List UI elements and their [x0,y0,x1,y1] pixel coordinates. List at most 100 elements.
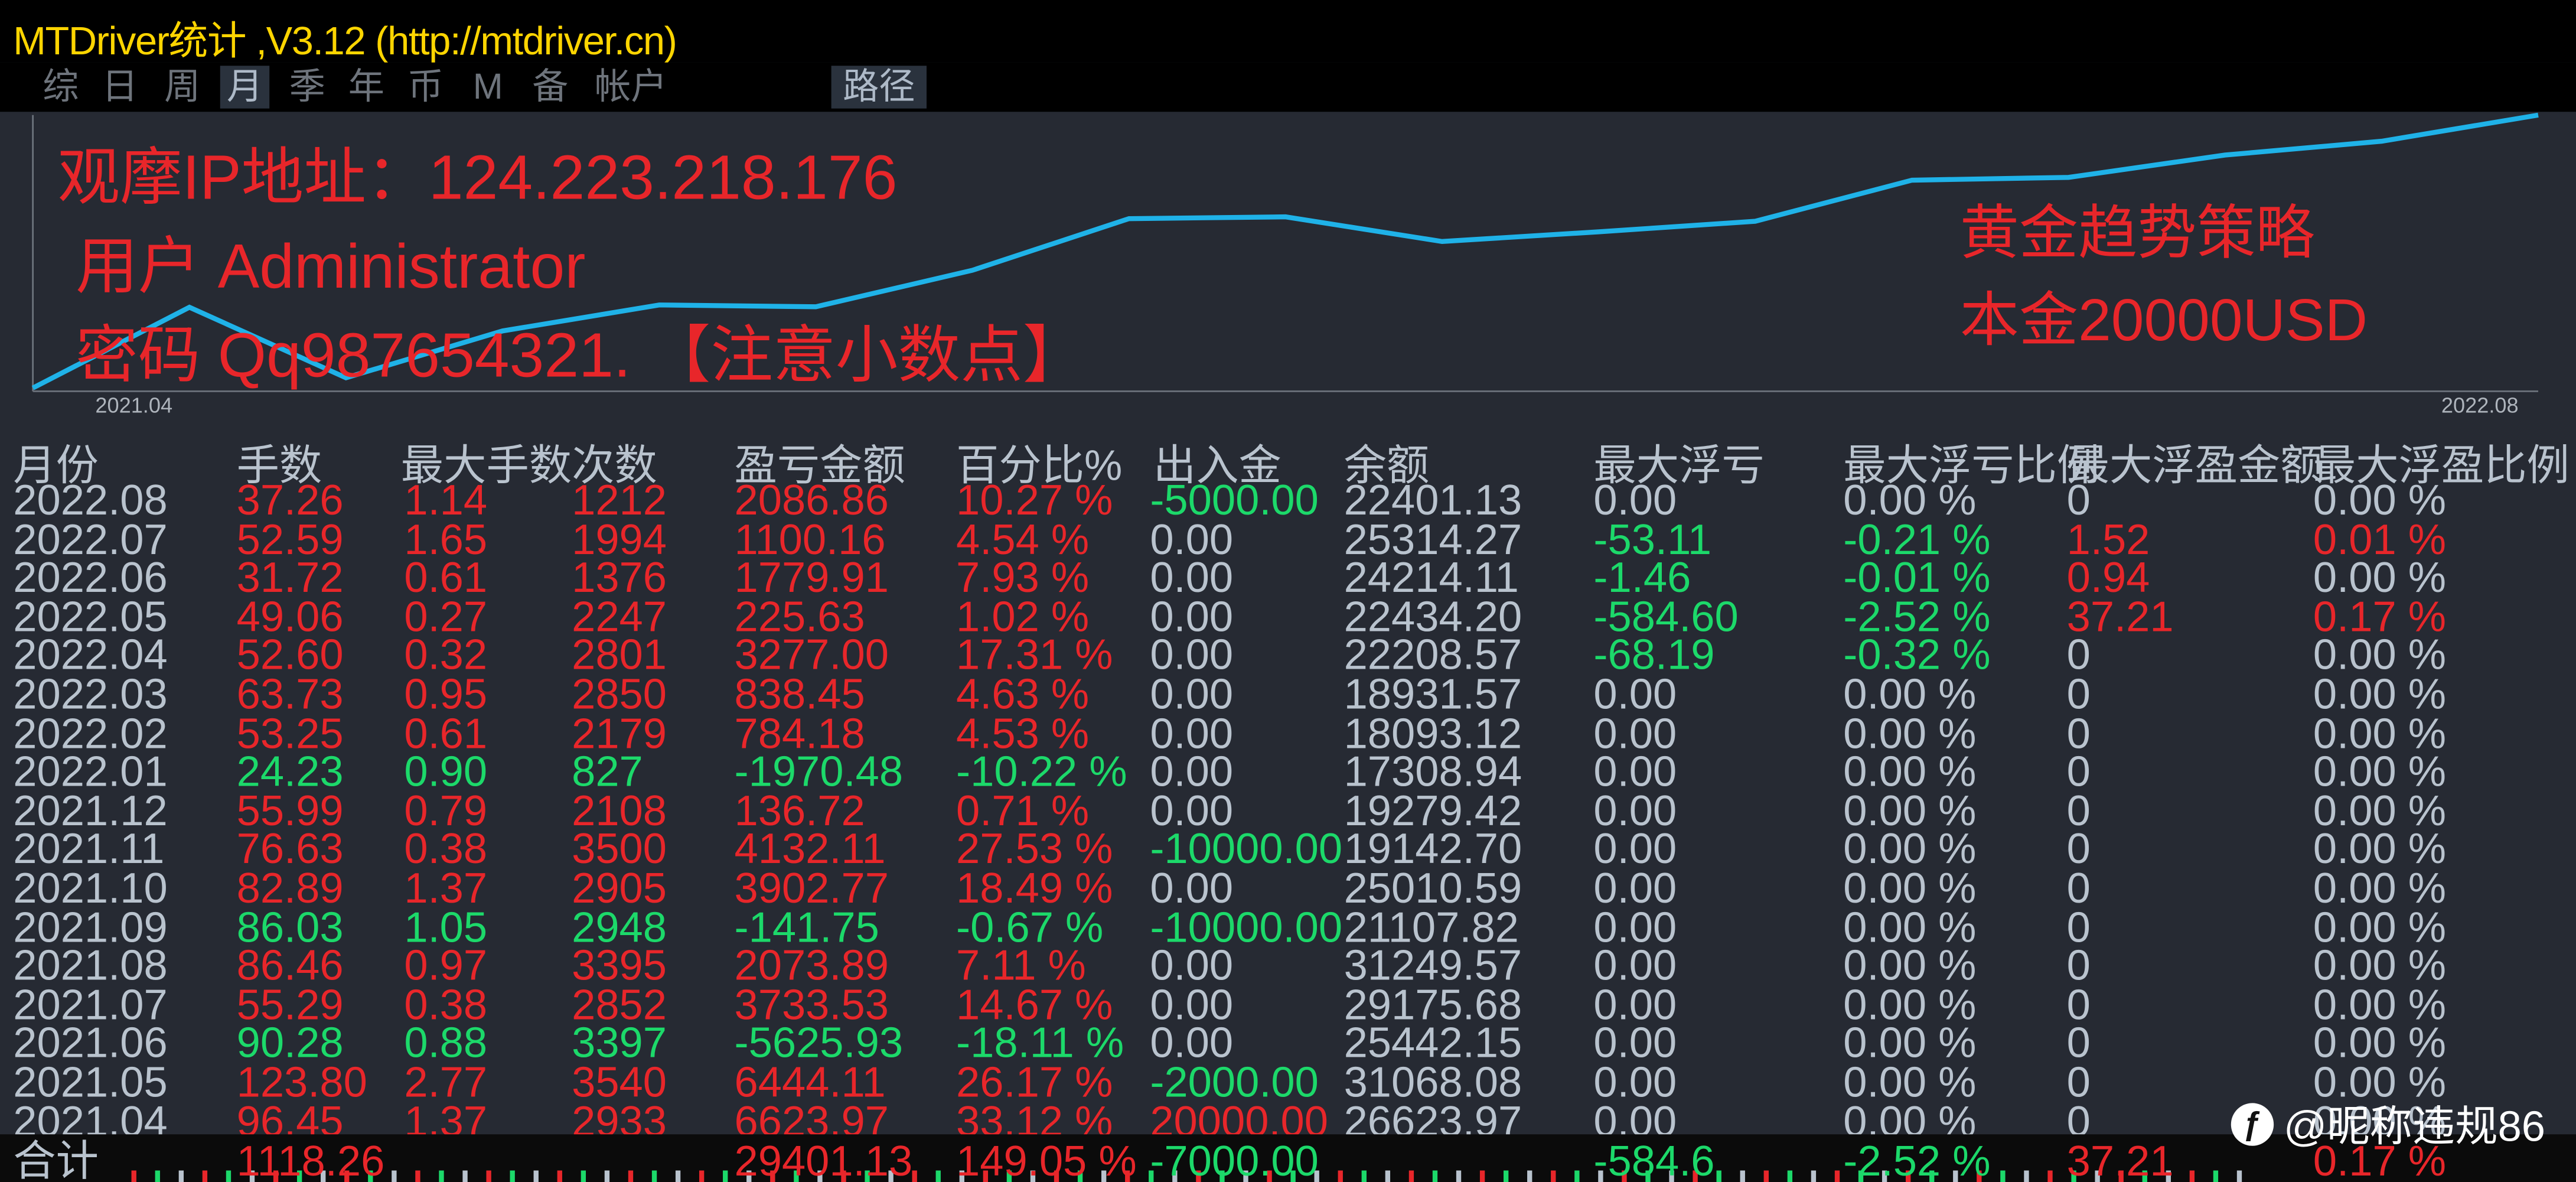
cell-max-float-loss-ratio: 0.00 % [1843,747,1977,796]
cell-max-float-loss-ratio: 0.00 % [1843,669,1977,719]
watermark-text: @昵称违规86 [2283,1101,2546,1151]
strip-mark [1740,1170,1745,1182]
strip-mark [628,1170,634,1182]
tab-year[interactable]: 年 [342,66,391,108]
cell-profit: 1779.91 [734,552,889,603]
cell-max-float-profit-ratio: 0.00 % [2313,552,2447,603]
cell-count: 2850 [572,669,667,719]
total-deposit: -7000.00 [1150,1136,1319,1182]
strip-mark [1716,1170,1721,1182]
strip-mark [1527,1170,1532,1182]
cell-lots: 31.72 [236,552,344,603]
tab-notes[interactable]: 备 [526,66,575,108]
weibo-icon: ƒ [2231,1102,2274,1145]
cell-month: 2022.06 [13,552,168,603]
strip-mark [178,1170,184,1182]
cell-max-float-profit-ratio: 0.00 % [2313,747,2447,796]
cell-profit: 2086.86 [734,475,889,525]
password-text: 密码 Qq987654321. 【注意小数点】 [75,322,1085,392]
chart-x-start-label: 2021.04 [95,393,173,418]
strip-mark [155,1170,160,1182]
strip-mark [935,1170,941,1182]
window-title: MTDriver统计 ,V3.12 (http://mtdriver.cn) [13,19,677,64]
path-button[interactable]: 路径 [831,66,927,109]
strip-mark [723,1170,728,1182]
strategy-text: 黄金趋势策略 [1959,198,2315,266]
cell-count: 2905 [572,863,667,913]
cell-month: 2021.05 [13,1057,168,1106]
cell-deposit: -2000.00 [1150,1057,1319,1106]
strip-mark [699,1170,705,1182]
cell-balance: 18931.57 [1344,669,1522,719]
cell-profit: -1970.48 [734,747,904,796]
strip-mark [486,1170,491,1182]
cell-profit: 838.45 [734,669,865,719]
ip-address-text: 观摩IP地址：124.223.218.176 [57,144,898,214]
cell-lots: 24.23 [236,747,344,796]
cell-percent: 26.17 % [956,1057,1113,1106]
header-max-float-profit[interactable]: 最大浮盈金额 [2067,432,2323,493]
capital-text: 本金20000USD [1959,286,2368,354]
tab-overview[interactable]: 综 [36,66,85,108]
strip-mark [510,1170,515,1182]
cell-deposit: 0.00 [1150,863,1234,913]
strip-mark [1574,1170,1580,1182]
strip-mark [675,1170,681,1182]
strip-mark [1503,1170,1509,1182]
cell-balance: 17308.94 [1344,747,1522,796]
strip-mark [1787,1170,1793,1182]
strip-mark [131,1170,136,1182]
tab-currency[interactable]: 币 [401,66,450,108]
strip-mark [2047,1170,2053,1182]
tab-month[interactable]: 月 [220,66,270,109]
cell-month: 2021.10 [13,863,168,913]
strip-mark [226,1170,231,1182]
watermark: ƒ @昵称违规86 [2231,1093,2545,1154]
strip-mark [1385,1170,1391,1182]
strip-mark [1479,1170,1485,1182]
strip-mark [202,1170,208,1182]
cell-deposit: 0.00 [1150,940,1234,990]
total-percent: 149.05 % [956,1136,1137,1182]
tab-week[interactable]: 周 [158,66,207,108]
total-max-float-loss-ratio: -2.52 % [1843,1136,1991,1182]
tab-magic[interactable]: M [463,66,512,108]
cell-max-float-profit-ratio: 0.00 % [2313,669,2447,719]
cell-balance: 22401.13 [1344,475,1522,525]
cell-deposit: 0.00 [1150,552,1234,603]
cell-balance: 31249.57 [1344,940,1522,990]
strip-mark [439,1170,444,1182]
cell-max-float-loss: 0.00 [1593,940,1677,990]
tab-account[interactable]: 帐户 [585,66,677,108]
cell-max-float-loss-ratio: 0.00 % [1843,1057,1977,1106]
toolbar: 综 日 周 月 季 年 币 M 备 帐户 路径 [0,62,2576,112]
cell-lots: 123.80 [236,1057,367,1106]
cell-max-float-loss-ratio: 0.00 % [1843,863,1977,913]
user-text: 用户 Administrator [75,233,586,303]
cell-lots: 37.26 [236,475,344,525]
cell-max-float-profit-ratio: 0.00 % [2313,863,2447,913]
total-profit: 29401.13 [734,1136,913,1182]
strip-mark [2000,1170,2006,1182]
cell-percent: 4.63 % [956,669,1090,719]
cell-max-float-profit: 0 [2066,940,2091,990]
cell-profit: 3902.77 [734,863,889,913]
tab-day[interactable]: 日 [95,66,144,108]
cell-count: 827 [572,747,643,796]
cell-max-lots: 0.61 [404,552,488,603]
strip-mark [2189,1170,2195,1182]
cell-lots: 82.89 [236,863,344,913]
cell-max-float-loss: 0.00 [1593,863,1677,913]
cell-max-lots: 1.37 [404,863,488,913]
strip-mark [1456,1170,1462,1182]
cell-max-float-loss-ratio: -0.01 % [1843,552,1991,603]
strip-mark [1432,1170,1438,1182]
tab-quarter[interactable]: 季 [282,66,331,108]
cell-month: 2022.01 [13,747,168,796]
cell-max-float-loss: 0.00 [1593,669,1677,719]
cell-max-float-profit: 0 [2066,475,2091,525]
cell-month: 2021.08 [13,940,168,990]
strip-mark [415,1170,420,1182]
cell-max-float-profit-ratio: 0.00 % [2313,475,2447,525]
cell-percent: 7.93 % [956,552,1090,603]
